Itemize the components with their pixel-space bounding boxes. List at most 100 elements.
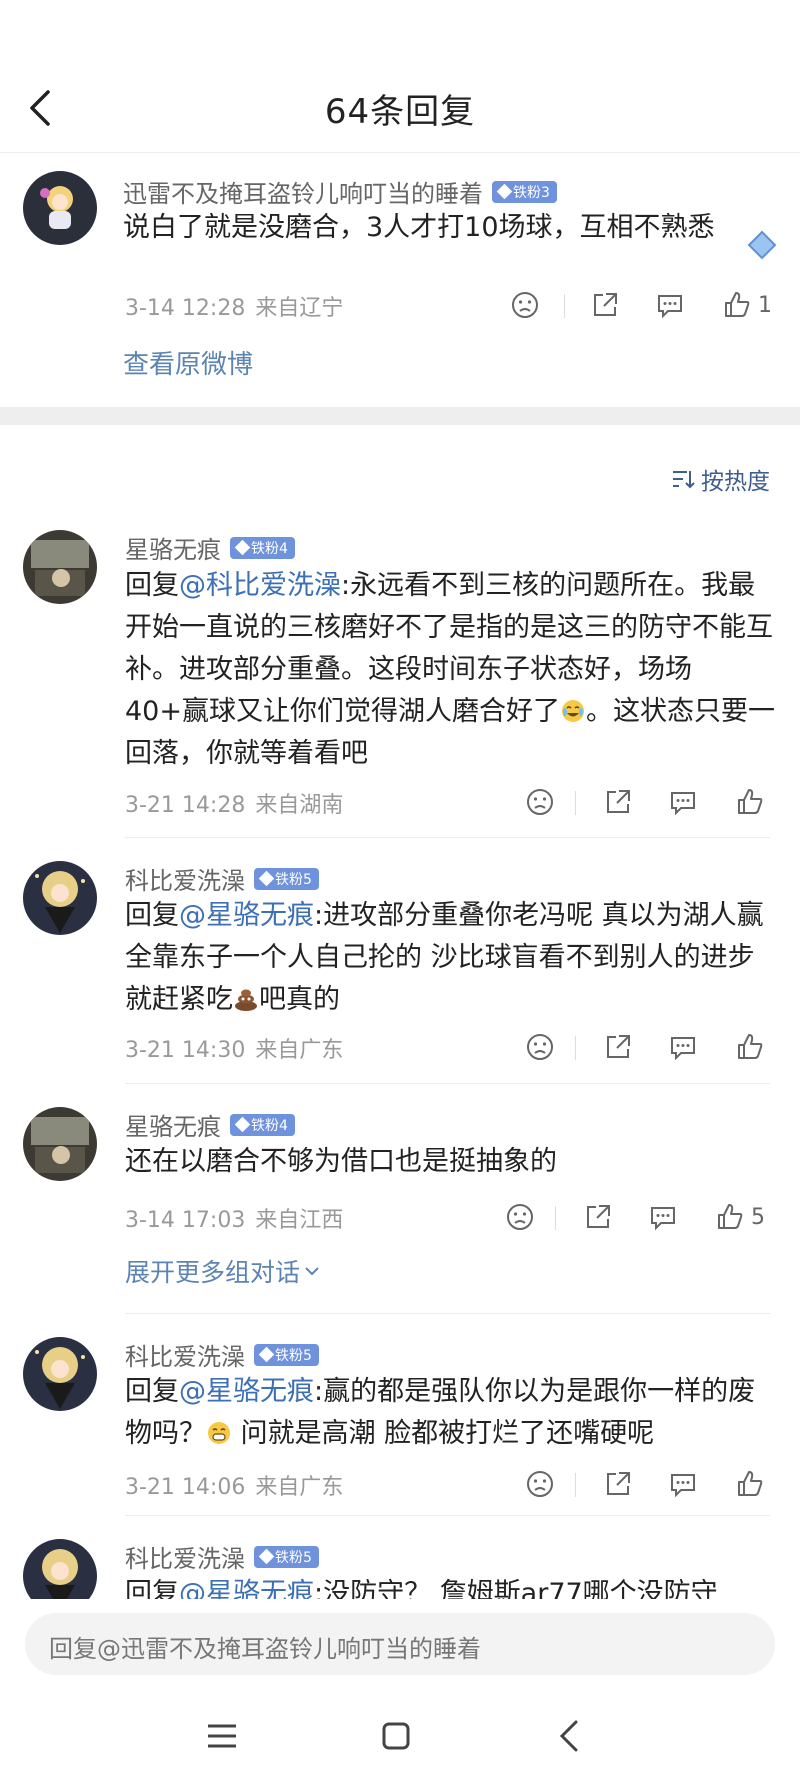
dislike-button[interactable] xyxy=(505,1200,535,1234)
avatar[interactable] xyxy=(23,1337,97,1411)
like-button[interactable] xyxy=(735,785,765,819)
comment-body-end: 吧真的 xyxy=(259,984,340,1015)
mention-link[interactable]: @星骆无痕 xyxy=(179,1578,314,1599)
like-count: 5 xyxy=(751,1204,765,1230)
comment-button[interactable] xyxy=(648,1200,678,1234)
menu-button[interactable] xyxy=(198,1712,246,1760)
comment-icon xyxy=(668,787,698,817)
username[interactable]: 科比爱洗澡 xyxy=(125,861,245,896)
comment-meta: 3-21 14:06 来自广东 xyxy=(125,1469,343,1501)
frown-icon xyxy=(510,290,540,320)
badge-label: 铁粉4 xyxy=(251,540,288,557)
mention-link[interactable]: @星骆无痕 xyxy=(179,900,314,931)
share-icon xyxy=(583,1202,613,1232)
system-navbar xyxy=(0,1690,800,1778)
comment-text: 回复@星骆无痕:进攻部分重叠你老冯呢 真以为湖人赢全靠东子一个人自己抡的 沙比球… xyxy=(125,895,775,1021)
comment-body-end: 问就是高潮 脸都被打烂了还嘴硬呢 xyxy=(232,1418,655,1449)
like-button[interactable] xyxy=(735,1030,765,1064)
diamond-icon xyxy=(258,1346,275,1363)
like-button[interactable]: 1 xyxy=(722,288,772,322)
avatar[interactable] xyxy=(23,861,97,935)
mention-link[interactable]: @星骆无痕 xyxy=(179,1376,314,1407)
sort-icon xyxy=(671,468,695,490)
dislike-button[interactable] xyxy=(525,1467,555,1501)
fan-badge: 铁粉3 xyxy=(492,180,557,203)
home-button[interactable] xyxy=(372,1712,420,1760)
location: 来自辽宁 xyxy=(255,296,344,321)
avatar[interactable] xyxy=(23,530,97,604)
fan-badge: 铁粉4 xyxy=(230,1113,295,1136)
mention-link[interactable]: @科比爱洗澡 xyxy=(179,570,341,601)
badge-label: 铁粉5 xyxy=(275,871,312,888)
frown-icon xyxy=(525,1032,555,1062)
comment-button[interactable] xyxy=(668,1467,698,1501)
avatar[interactable] xyxy=(23,171,97,245)
comment-header: 科比爱洗澡 铁粉5 xyxy=(125,1337,319,1372)
avatar[interactable] xyxy=(23,1539,97,1599)
page-title: 64条回复 xyxy=(324,92,476,132)
avatar[interactable] xyxy=(23,1107,97,1181)
divider xyxy=(555,1206,556,1230)
location: 来自广东 xyxy=(255,1475,344,1500)
timestamp: 3-21 14:28 xyxy=(125,793,246,818)
fan-badge: 铁粉5 xyxy=(254,867,319,890)
dislike-button[interactable] xyxy=(525,1030,555,1064)
divider xyxy=(575,1036,576,1060)
comment-body: 说白了就是没磨合，3人才打10场球，互相不熟悉 xyxy=(123,212,715,243)
comment-meta: 3-21 14:28 来自湖南 xyxy=(125,787,343,819)
badge-label: 铁粉4 xyxy=(251,1117,288,1134)
username[interactable]: 科比爱洗澡 xyxy=(125,1337,245,1372)
action-bar xyxy=(515,1467,800,1507)
diamond-icon xyxy=(234,1116,251,1133)
dislike-button[interactable] xyxy=(510,288,540,322)
comment-button[interactable] xyxy=(668,785,698,819)
reply-prefix: 回复 xyxy=(125,1376,179,1407)
comment-icon xyxy=(648,1202,678,1232)
thumbs-up-icon xyxy=(735,787,765,817)
comment-header: 科比爱洗澡 铁粉5 xyxy=(125,861,319,896)
badge-label: 铁粉5 xyxy=(275,1549,312,1566)
section-gap xyxy=(0,407,800,425)
divider xyxy=(125,837,770,838)
frown-icon xyxy=(505,1202,535,1232)
sort-toggle[interactable]: 按热度 xyxy=(671,462,770,496)
dislike-button[interactable] xyxy=(525,785,555,819)
reply-input[interactable]: 回复@迅雷不及掩耳盗铃儿响叮当的睡着 xyxy=(25,1613,775,1675)
username[interactable]: 迅雷不及掩耳盗铃儿响叮当的睡着 xyxy=(123,174,483,209)
comment-button[interactable] xyxy=(668,1030,698,1064)
comment-text: 回复@星骆无痕:赢的都是强队你以为是跟你一样的废物吗？ 问就是高潮 脸都被打烂了… xyxy=(125,1371,775,1455)
share-button[interactable] xyxy=(603,1467,633,1501)
thumbs-up-icon xyxy=(735,1469,765,1499)
like-button[interactable] xyxy=(735,1467,765,1501)
comment-text: 说白了就是没磨合，3人才打10场球，互相不熟悉 xyxy=(123,207,783,249)
diamond-icon xyxy=(234,539,251,556)
fan-badge: 铁粉5 xyxy=(254,1545,319,1568)
share-button[interactable] xyxy=(583,1200,613,1234)
timestamp: 3-14 17:03 xyxy=(125,1208,246,1233)
view-original-post-link[interactable]: 查看原微博 xyxy=(123,344,253,381)
username[interactable]: 科比爱洗澡 xyxy=(125,1539,245,1574)
back-icon xyxy=(546,1712,594,1760)
timestamp: 3-21 14:06 xyxy=(125,1475,246,1500)
like-button[interactable]: 5 xyxy=(715,1200,765,1234)
divider xyxy=(125,1083,770,1084)
diamond-icon xyxy=(258,870,275,887)
username[interactable]: 星骆无痕 xyxy=(125,530,221,565)
comment-header: 迅雷不及掩耳盗铃儿响叮当的睡着 铁粉3 xyxy=(123,174,557,209)
comment-icon xyxy=(668,1469,698,1499)
reply-item: 星骆无痕 铁粉4 还在以磨合不够为借口也是挺抽象的 3-14 17:03 来自江西… xyxy=(0,1103,800,1313)
share-button[interactable] xyxy=(590,288,620,322)
like-count: 1 xyxy=(758,292,772,318)
sort-label: 按热度 xyxy=(701,469,770,495)
share-button[interactable] xyxy=(603,785,633,819)
action-bar xyxy=(515,785,800,825)
comment-button[interactable] xyxy=(655,288,685,322)
share-icon xyxy=(590,290,620,320)
expand-more-conversations-link[interactable]: 展开更多组对话 xyxy=(125,1253,320,1289)
reply-prefix: 回复 xyxy=(125,900,179,931)
username[interactable]: 星骆无痕 xyxy=(125,1107,221,1142)
reply-item: 科比爱洗澡 铁粉5 回复@星骆无痕:赢的都是强队你以为是跟你一样的废物吗？ 问就… xyxy=(0,1333,800,1518)
location: 来自江西 xyxy=(255,1208,344,1233)
share-button[interactable] xyxy=(603,1030,633,1064)
system-back-button[interactable] xyxy=(546,1712,594,1760)
